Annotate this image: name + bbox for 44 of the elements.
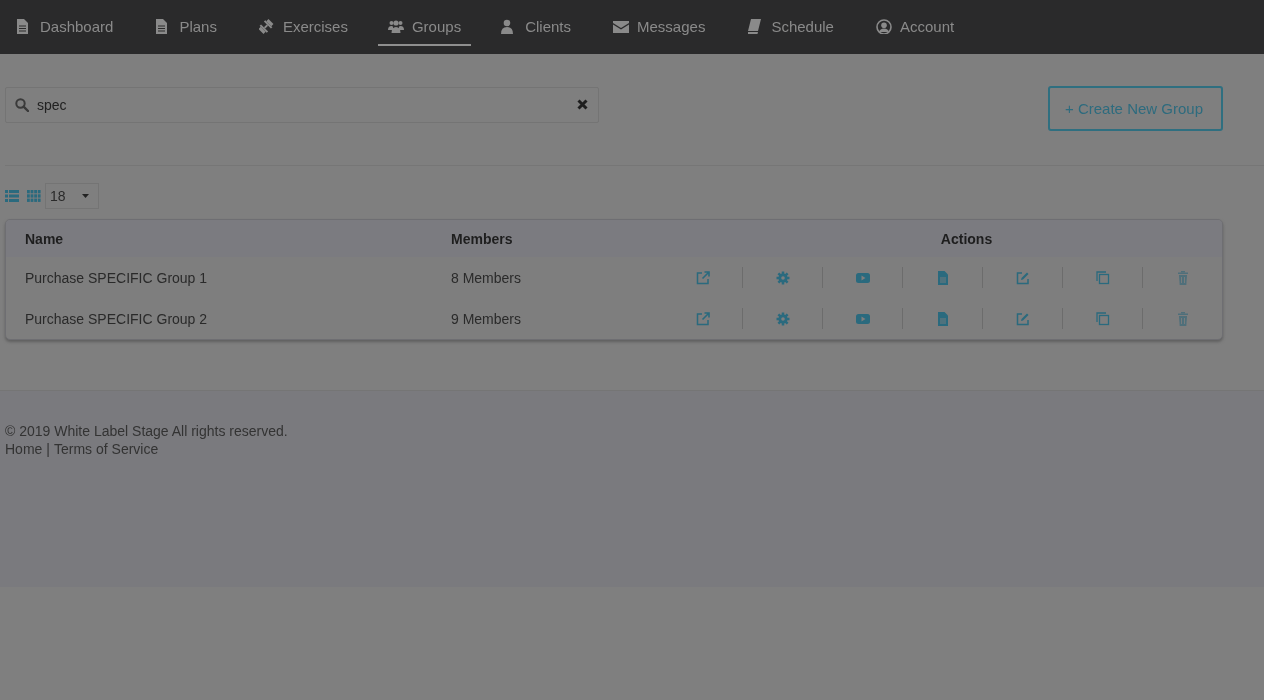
column-header: Actions xyxy=(939,230,994,247)
nav-tab[interactable]: Exercises xyxy=(256,8,350,46)
users-icon xyxy=(387,18,404,34)
nav-tab[interactable]: Messages xyxy=(611,8,708,46)
copyright-text: © 2019 White Label Stage All rights reserved. xyxy=(5,422,289,440)
nav-tab[interactable]: Clients xyxy=(499,8,573,46)
column-header: Members xyxy=(451,230,514,247)
document-icon[interactable] xyxy=(935,270,950,285)
edit-icon[interactable] xyxy=(1015,270,1030,285)
table-cell-text: 8 Members xyxy=(451,269,523,286)
clear-icon[interactable] xyxy=(577,99,588,110)
table-cell-text: 9 Members xyxy=(451,310,523,327)
nav-tab[interactable]: Groups xyxy=(377,8,472,46)
nav-tab[interactable]: Plans xyxy=(153,8,219,46)
page-size-select[interactable]: 18 xyxy=(45,183,99,209)
copy-icon[interactable] xyxy=(1095,270,1110,285)
table-cell-text: Purchase SPECIFIC Group 1 xyxy=(24,269,209,286)
video-icon[interactable] xyxy=(855,270,870,285)
footer-link[interactable]: Terms of Service xyxy=(54,440,159,458)
separator-text: | xyxy=(46,440,50,458)
edit-icon[interactable] xyxy=(1015,311,1030,326)
nav-tab[interactable]: Schedule xyxy=(745,8,836,46)
search-field[interactable]: spec xyxy=(5,87,599,123)
envelope-icon xyxy=(613,18,629,34)
gear-icon[interactable] xyxy=(775,311,790,326)
nav-tab[interactable]: Account xyxy=(873,8,957,46)
dumbbell-icon xyxy=(258,18,275,34)
column-header: Name xyxy=(24,230,65,247)
gear-icon[interactable] xyxy=(775,270,790,285)
search-icon xyxy=(15,98,29,112)
book-icon xyxy=(747,18,764,34)
list-view-icon[interactable] xyxy=(5,190,19,202)
copy-icon[interactable] xyxy=(1095,311,1110,326)
grid-view-icon[interactable] xyxy=(27,190,41,202)
nav-tab[interactable]: Dashboard xyxy=(14,8,116,46)
video-icon[interactable] xyxy=(855,311,870,326)
caret-icon xyxy=(81,194,89,198)
trash-icon[interactable] xyxy=(1175,270,1190,285)
table-cell-text: Purchase SPECIFIC Group 2 xyxy=(24,310,209,327)
footer-link[interactable]: Home xyxy=(5,440,43,458)
external-link-icon[interactable] xyxy=(695,311,710,326)
trash-icon[interactable] xyxy=(1175,311,1190,326)
document-icon[interactable] xyxy=(935,311,950,326)
external-link-icon[interactable] xyxy=(695,270,710,285)
